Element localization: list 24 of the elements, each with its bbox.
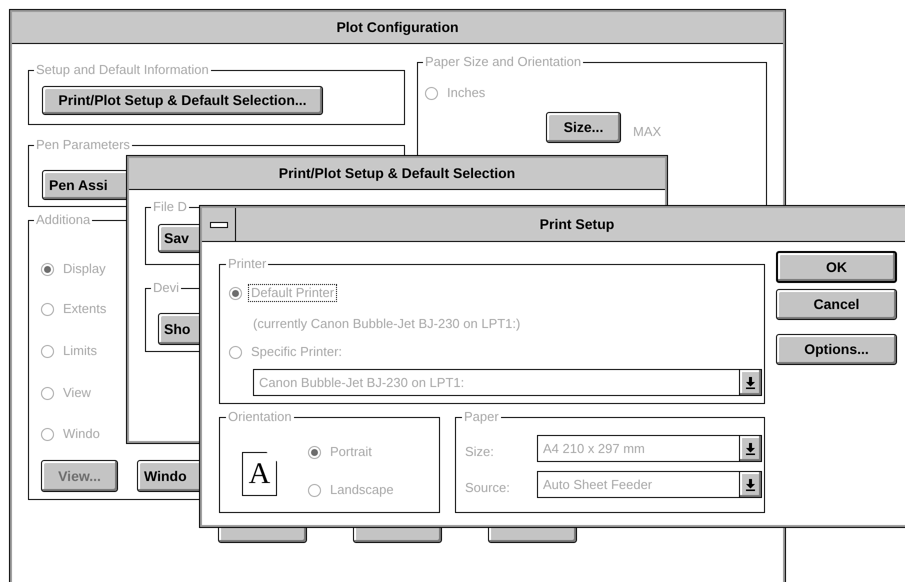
- group-label: Orientation: [226, 410, 294, 424]
- group-label: Paper Size and Orientation: [423, 55, 584, 69]
- down-arrow-icon: [745, 442, 756, 454]
- field-label: Source:: [465, 479, 510, 497]
- field-label: Size:: [465, 443, 494, 461]
- down-arrow-icon: [745, 478, 756, 490]
- dash-icon: [210, 222, 228, 228]
- push-button[interactable]: Cancel: [776, 289, 897, 320]
- group-label: Pen Parameters: [34, 138, 132, 152]
- window-title: Plot Configuration: [336, 18, 459, 37]
- group-label: Paper: [462, 410, 501, 424]
- down-arrow-icon: [745, 376, 756, 388]
- push-button[interactable]: Options...: [776, 334, 897, 365]
- window-title: Print/Plot Setup & Default Selection: [278, 164, 516, 183]
- push-button[interactable]: OK: [776, 251, 897, 283]
- size-value-text: MAX: [633, 123, 662, 141]
- current-printer-text: (currently Canon Bubble-Jet BJ-230 on LPT1:): [253, 315, 520, 333]
- group-label: Setup and Default Information: [34, 63, 211, 77]
- group-label: Additiona: [34, 213, 92, 227]
- group-label: Printer: [226, 257, 268, 271]
- window-title: Print Setup: [540, 215, 614, 234]
- page-icon: A: [242, 452, 277, 496]
- group-label: File D: [151, 200, 189, 214]
- group-label: Devi: [151, 281, 182, 295]
